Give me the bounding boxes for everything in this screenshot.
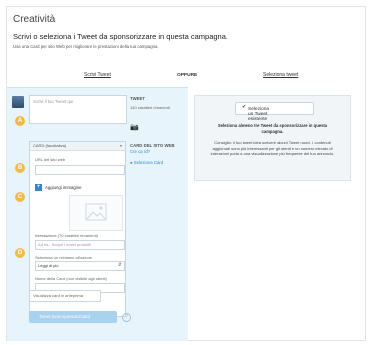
tab-write-tweet[interactable]: Scrivi Tweet bbox=[84, 72, 111, 78]
chars-remaining: 140 caratteri rimanenti bbox=[130, 105, 170, 110]
preview-card-button[interactable]: Visualizza card in anteprima bbox=[29, 290, 101, 302]
image-icon bbox=[85, 203, 107, 221]
url-label: URL del sito web bbox=[35, 157, 66, 162]
card-type-title: CARD DEL SITO WEB bbox=[130, 143, 175, 148]
page-title: Creatività bbox=[13, 14, 56, 25]
helper-text: Usa una Card per sito Web per migliorare… bbox=[13, 44, 159, 49]
preview-card-label: Visualizza card in anteprima bbox=[33, 293, 83, 298]
chevron-down-icon: ▾ bbox=[119, 143, 122, 148]
cta-label: Seleziona un richiamo all'azione bbox=[35, 255, 93, 260]
add-image-button[interactable]: + Aggiungi immagine bbox=[35, 184, 123, 192]
cta-value: Leggi di più bbox=[38, 263, 59, 268]
page-subtitle: Scrivi o seleziona i Tweet da sponsorizz… bbox=[13, 32, 228, 41]
url-field[interactable] bbox=[35, 165, 125, 175]
create-card-link[interactable]: Cre ca rd? bbox=[130, 149, 150, 154]
card-dropdown-label: CARD (facoltativa) bbox=[33, 143, 67, 148]
badge-d: D bbox=[15, 248, 25, 258]
plus-icon: + bbox=[35, 184, 42, 191]
select-existing-button[interactable]: ✔ Seleziona un Tweet esistente bbox=[235, 102, 314, 122]
badge-b: B bbox=[15, 163, 25, 173]
select-card-link[interactable]: ● Seleziona Card bbox=[130, 160, 163, 165]
avatar bbox=[12, 96, 24, 108]
camera-icon[interactable]: 📷 bbox=[130, 123, 139, 131]
select-existing-text: Seleziona un Tweet esistente bbox=[248, 107, 270, 122]
add-image-label: Aggiungi immagine bbox=[45, 185, 82, 190]
main-frame: Creatività Scrivi o seleziona i Tweet da… bbox=[6, 6, 366, 341]
tweet-label: TWEET bbox=[130, 96, 146, 101]
card-name-label: Nome della Card (non visibile agli utent… bbox=[35, 276, 107, 281]
image-placeholder bbox=[69, 195, 123, 231]
compose-panel: Scrivi il tuo Tweet qui TWEET 140 caratt… bbox=[7, 87, 188, 341]
card-dropdown[interactable]: CARD (facoltativa) ▾ bbox=[30, 142, 125, 151]
select-existing-panel: ✔ Seleziona un Tweet esistente Seleziona… bbox=[194, 95, 351, 181]
submit-label: Tweet (solo sponsorizzato) bbox=[39, 314, 91, 319]
select-card-label: Seleziona Card bbox=[133, 160, 164, 165]
select-arrows-icon: ⇵ bbox=[117, 262, 122, 268]
tab-select-tweet[interactable]: Seleziona tweet bbox=[263, 72, 298, 78]
badge-c: C bbox=[15, 192, 25, 202]
headline-label: Intestazione (70 caratteri rimanenti) bbox=[35, 233, 98, 238]
select-minimum-message: Seleziona almeno tre Tweet da sponsorizz… bbox=[217, 123, 328, 134]
badge-a: A bbox=[15, 116, 25, 126]
tweet-placeholder: Scrivi il tuo Tweet qui bbox=[33, 99, 74, 104]
select-existing-label: ✔ Seleziona un Tweet esistente bbox=[242, 105, 270, 122]
headline-field[interactable]: Ad es., Scopri i nostri prodotti! bbox=[35, 240, 125, 250]
tip-message: Consiglio: Il tuo tweet idea scrivere al… bbox=[210, 140, 335, 157]
cta-select[interactable]: Leggi di più ⇵ bbox=[35, 261, 125, 271]
tweet-submit-button[interactable]: Tweet (solo sponsorizzato) bbox=[29, 311, 117, 323]
help-icon[interactable]: ? bbox=[122, 313, 131, 322]
headline-placeholder: Ad es., Scopri i nostri prodotti! bbox=[38, 242, 92, 247]
tweet-textarea[interactable]: Scrivi il tuo Tweet qui bbox=[29, 95, 127, 124]
or-label: OPPURE bbox=[177, 73, 198, 78]
